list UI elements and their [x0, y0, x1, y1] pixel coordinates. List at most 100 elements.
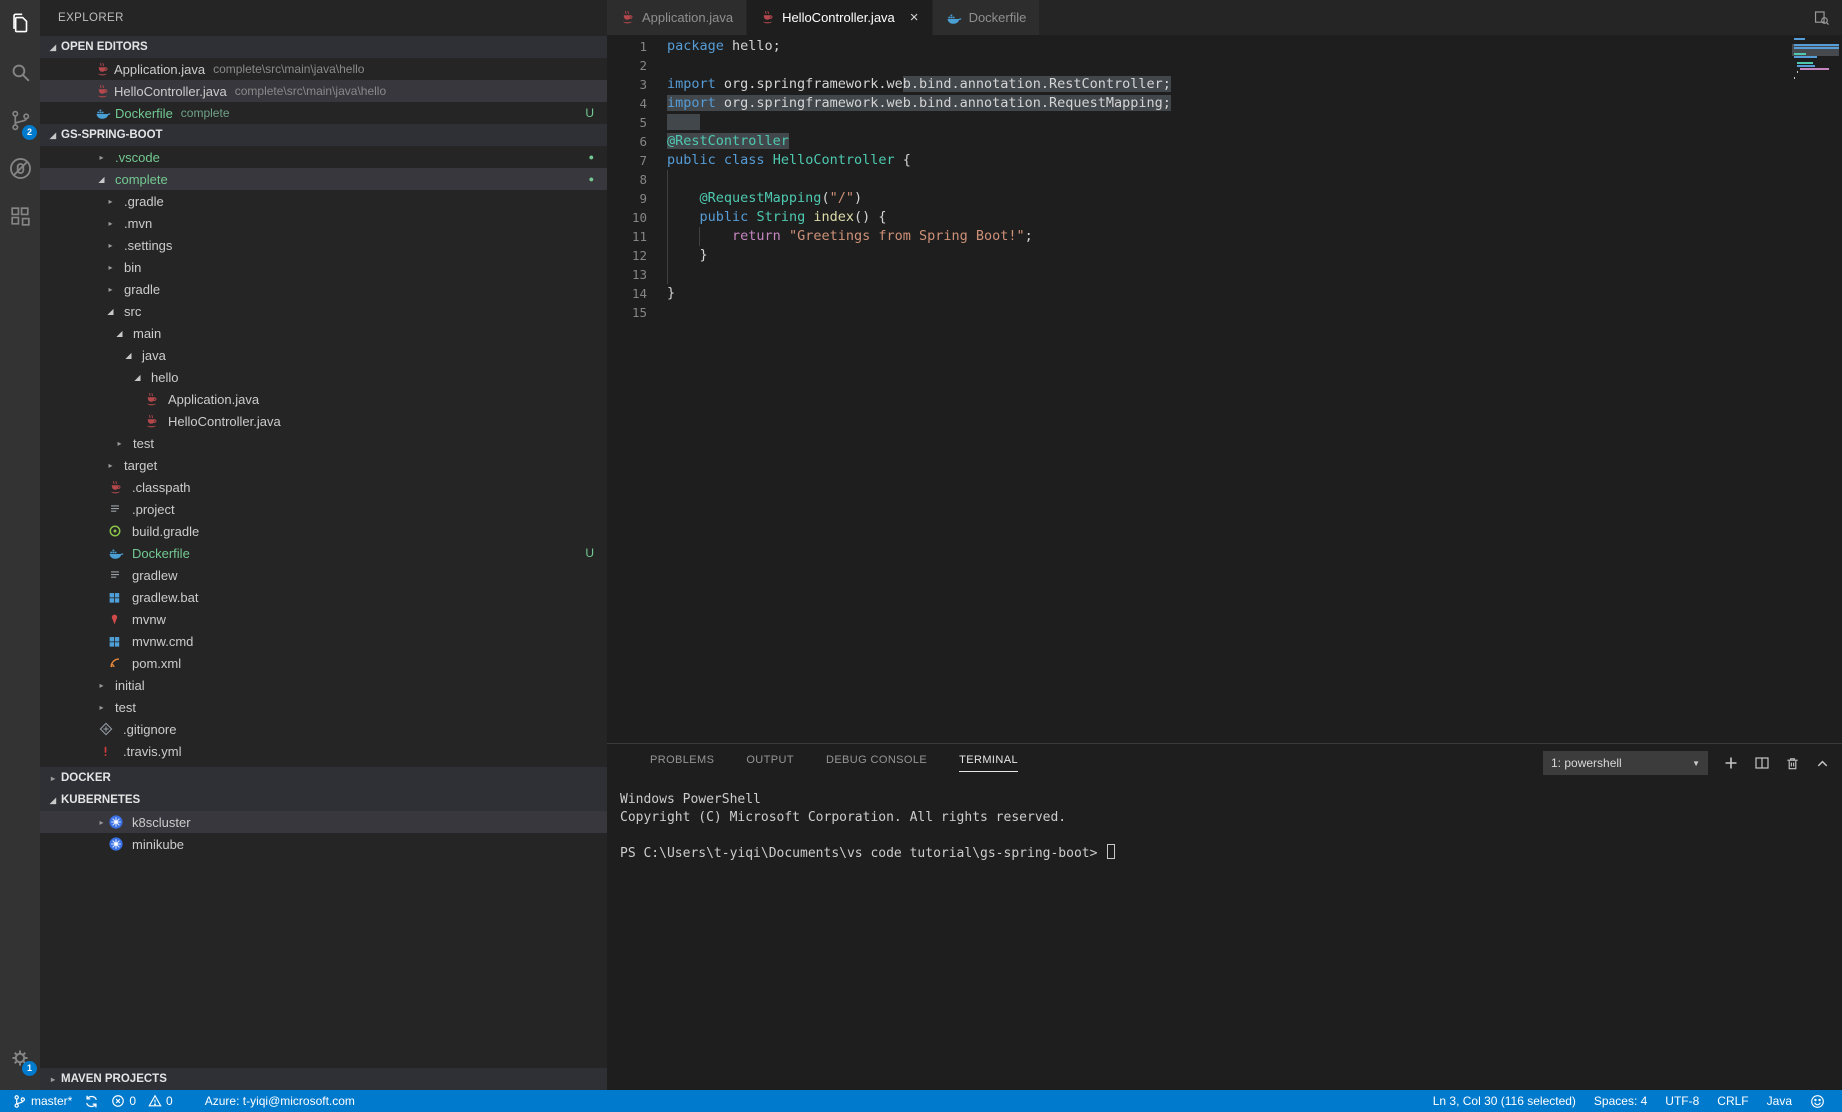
editor-tab-hellocontroller-java[interactable]: HelloController.java × [747, 0, 932, 35]
kill-terminal-button[interactable] [1785, 756, 1800, 771]
chevron-collapsed-icon: ▸ [95, 703, 108, 712]
activity-item-extensions[interactable] [0, 192, 40, 240]
new-terminal-button[interactable] [1723, 755, 1739, 771]
warning-icon [148, 1094, 162, 1108]
panel-tab-problems[interactable]: PROBLEMS [650, 754, 714, 772]
terminal-cursor [1107, 844, 1115, 859]
tree-item-mvnw[interactable]: mvnw [40, 608, 607, 630]
tree-item-dockerfile[interactable]: DockerfileU [40, 542, 607, 564]
tree-item-hello[interactable]: ◢hello [40, 366, 607, 388]
explorer-sidebar: EXPLORER ◢OPEN EDITORSApplication.javaco… [40, 0, 607, 1090]
status-encoding[interactable]: UTF-8 [1656, 1090, 1708, 1112]
code-text: return "Greetings from Spring Boot!"; [667, 227, 1033, 246]
maximize-panel-button[interactable] [1815, 756, 1830, 771]
tab-label: HelloController.java [782, 10, 895, 25]
tree-item-build-gradle[interactable]: build.gradle [40, 520, 607, 542]
tree-item-initial[interactable]: ▸initial [40, 674, 607, 696]
tree-item--gradle[interactable]: ▸.gradle [40, 190, 607, 212]
maven-file-icon [108, 613, 121, 626]
minimap-code-bar [1797, 71, 1798, 73]
tree-item--gitignore[interactable]: .gitignore [40, 718, 607, 740]
activity-item-explorer[interactable] [0, 0, 40, 48]
panel-tab-terminal[interactable]: TERMINAL [959, 754, 1018, 772]
status-azure-account[interactable]: Azure: t-yiqi@microsoft.com [199, 1090, 361, 1112]
tree-item-java[interactable]: ◢java [40, 344, 607, 366]
file-label: Dockerfile [115, 106, 173, 121]
status-eol[interactable]: CRLF [1708, 1090, 1757, 1112]
tree-item--classpath[interactable]: .classpath [40, 476, 607, 498]
status-errors[interactable]: 0 [105, 1090, 142, 1112]
open-editor-item-hellocontroller-java[interactable]: HelloController.javacomplete\src\main\ja… [40, 80, 607, 102]
file-label: gradlew.bat [132, 590, 199, 605]
terminal-selector[interactable]: 1: powershell ▼ [1543, 751, 1708, 775]
editor-tab-application-java[interactable]: Application.java [607, 0, 746, 35]
tree-item--mvn[interactable]: ▸.mvn [40, 212, 607, 234]
activity-item-source-control[interactable]: 2 [0, 96, 40, 144]
tree-item-hellocontroller-java[interactable]: HelloController.java [40, 410, 607, 432]
tree-item--travis-yml[interactable]: .travis.yml [40, 740, 607, 762]
badge-count: 1 [22, 1061, 37, 1076]
settings-button[interactable]: 1 [0, 1036, 40, 1080]
minimap-code-bar [1794, 38, 1805, 40]
file-label: HelloController.java [168, 414, 281, 429]
activity-item-search[interactable] [0, 48, 40, 96]
code-editor[interactable]: 1package hello;23import org.springframew… [607, 35, 1842, 743]
tree-item-test[interactable]: ▸test [40, 696, 607, 718]
status-feedback[interactable] [1801, 1090, 1834, 1112]
java-file-icon [108, 480, 123, 495]
code-text: import org.springframework.web.bind.anno… [667, 94, 1171, 113]
tree-item--project[interactable]: .project [40, 498, 607, 520]
tree-item-main[interactable]: ◢main [40, 322, 607, 344]
minimap-line [1792, 80, 1842, 83]
open-editor-item-application-java[interactable]: Application.javacomplete\src\main\java\h… [40, 58, 607, 80]
section-header-docker[interactable]: ▸DOCKER [40, 767, 607, 789]
status-sync[interactable] [78, 1090, 105, 1112]
code-line: 13 [607, 265, 1842, 284]
folder-label: .mvn [124, 216, 152, 231]
activity-item-debug[interactable] [0, 144, 40, 192]
status-warnings[interactable]: 0 [142, 1090, 179, 1112]
tree-item-test[interactable]: ▸test [40, 432, 607, 454]
panel-tab-debug-console[interactable]: DEBUG CONSOLE [826, 754, 927, 772]
status-language-mode[interactable]: Java [1758, 1090, 1801, 1112]
folder-label: target [124, 458, 157, 473]
terminal-output[interactable]: Windows PowerShellCopyright (C) Microsof… [607, 782, 1842, 861]
terminal-line [620, 826, 1842, 844]
tree-item--settings[interactable]: ▸.settings [40, 234, 607, 256]
tree-item-gradlew[interactable]: gradlew [40, 564, 607, 586]
panel-tab-output[interactable]: OUTPUT [746, 754, 794, 772]
split-terminal-button[interactable] [1754, 755, 1770, 771]
tree-item--vscode[interactable]: ▸.vscode● [40, 146, 607, 168]
minimap[interactable] [1792, 38, 1842, 83]
section-header-open-editors[interactable]: ◢OPEN EDITORS [40, 36, 607, 58]
indent-guide [699, 227, 700, 246]
editor-actions-icon[interactable] [1813, 9, 1830, 26]
status-git-branch[interactable]: master* [6, 1090, 78, 1112]
close-tab-icon[interactable]: × [910, 9, 919, 26]
tree-item-mvnw-cmd[interactable]: mvnw.cmd [40, 630, 607, 652]
status-cursor-position[interactable]: Ln 3, Col 30 (116 selected) [1424, 1090, 1585, 1112]
tree-item-gradle[interactable]: ▸gradle [40, 278, 607, 300]
tree-item-pom-xml[interactable]: pom.xml [40, 652, 607, 674]
tree-item-bin[interactable]: ▸bin [40, 256, 607, 278]
section-header-gs-spring-boot[interactable]: ◢GS-SPRING-BOOT [40, 124, 607, 146]
git-branch-icon [12, 1094, 27, 1109]
status-label: Ln 3, Col 30 (116 selected) [1433, 1094, 1576, 1108]
tree-item-src[interactable]: ◢src [40, 300, 607, 322]
tree-item-k8scluster[interactable]: ▸k8scluster [40, 811, 607, 833]
tree-item-minikube[interactable]: minikube [40, 833, 607, 855]
tree-item-application-java[interactable]: Application.java [40, 388, 607, 410]
open-editor-item-dockerfile[interactable]: DockerfilecompleteU [40, 102, 607, 124]
chevron-expanded-icon: ◢ [95, 175, 108, 184]
section-header-kubernetes[interactable]: ◢KUBERNETES [40, 789, 607, 811]
status-indentation[interactable]: Spaces: 4 [1585, 1090, 1656, 1112]
section-header-maven-projects[interactable]: ▸MAVEN PROJECTS [40, 1068, 607, 1090]
editor-tab-dockerfile[interactable]: Dockerfile [933, 0, 1040, 35]
tree-item-gradlew-bat[interactable]: gradlew.bat [40, 586, 607, 608]
java-file-icon [144, 392, 159, 407]
tree-item-target[interactable]: ▸target [40, 454, 607, 476]
status-label: 0 [166, 1094, 173, 1108]
tree-item-complete[interactable]: ◢complete● [40, 168, 607, 190]
folder-label: main [133, 326, 161, 341]
sidebar-title: EXPLORER [40, 0, 607, 36]
